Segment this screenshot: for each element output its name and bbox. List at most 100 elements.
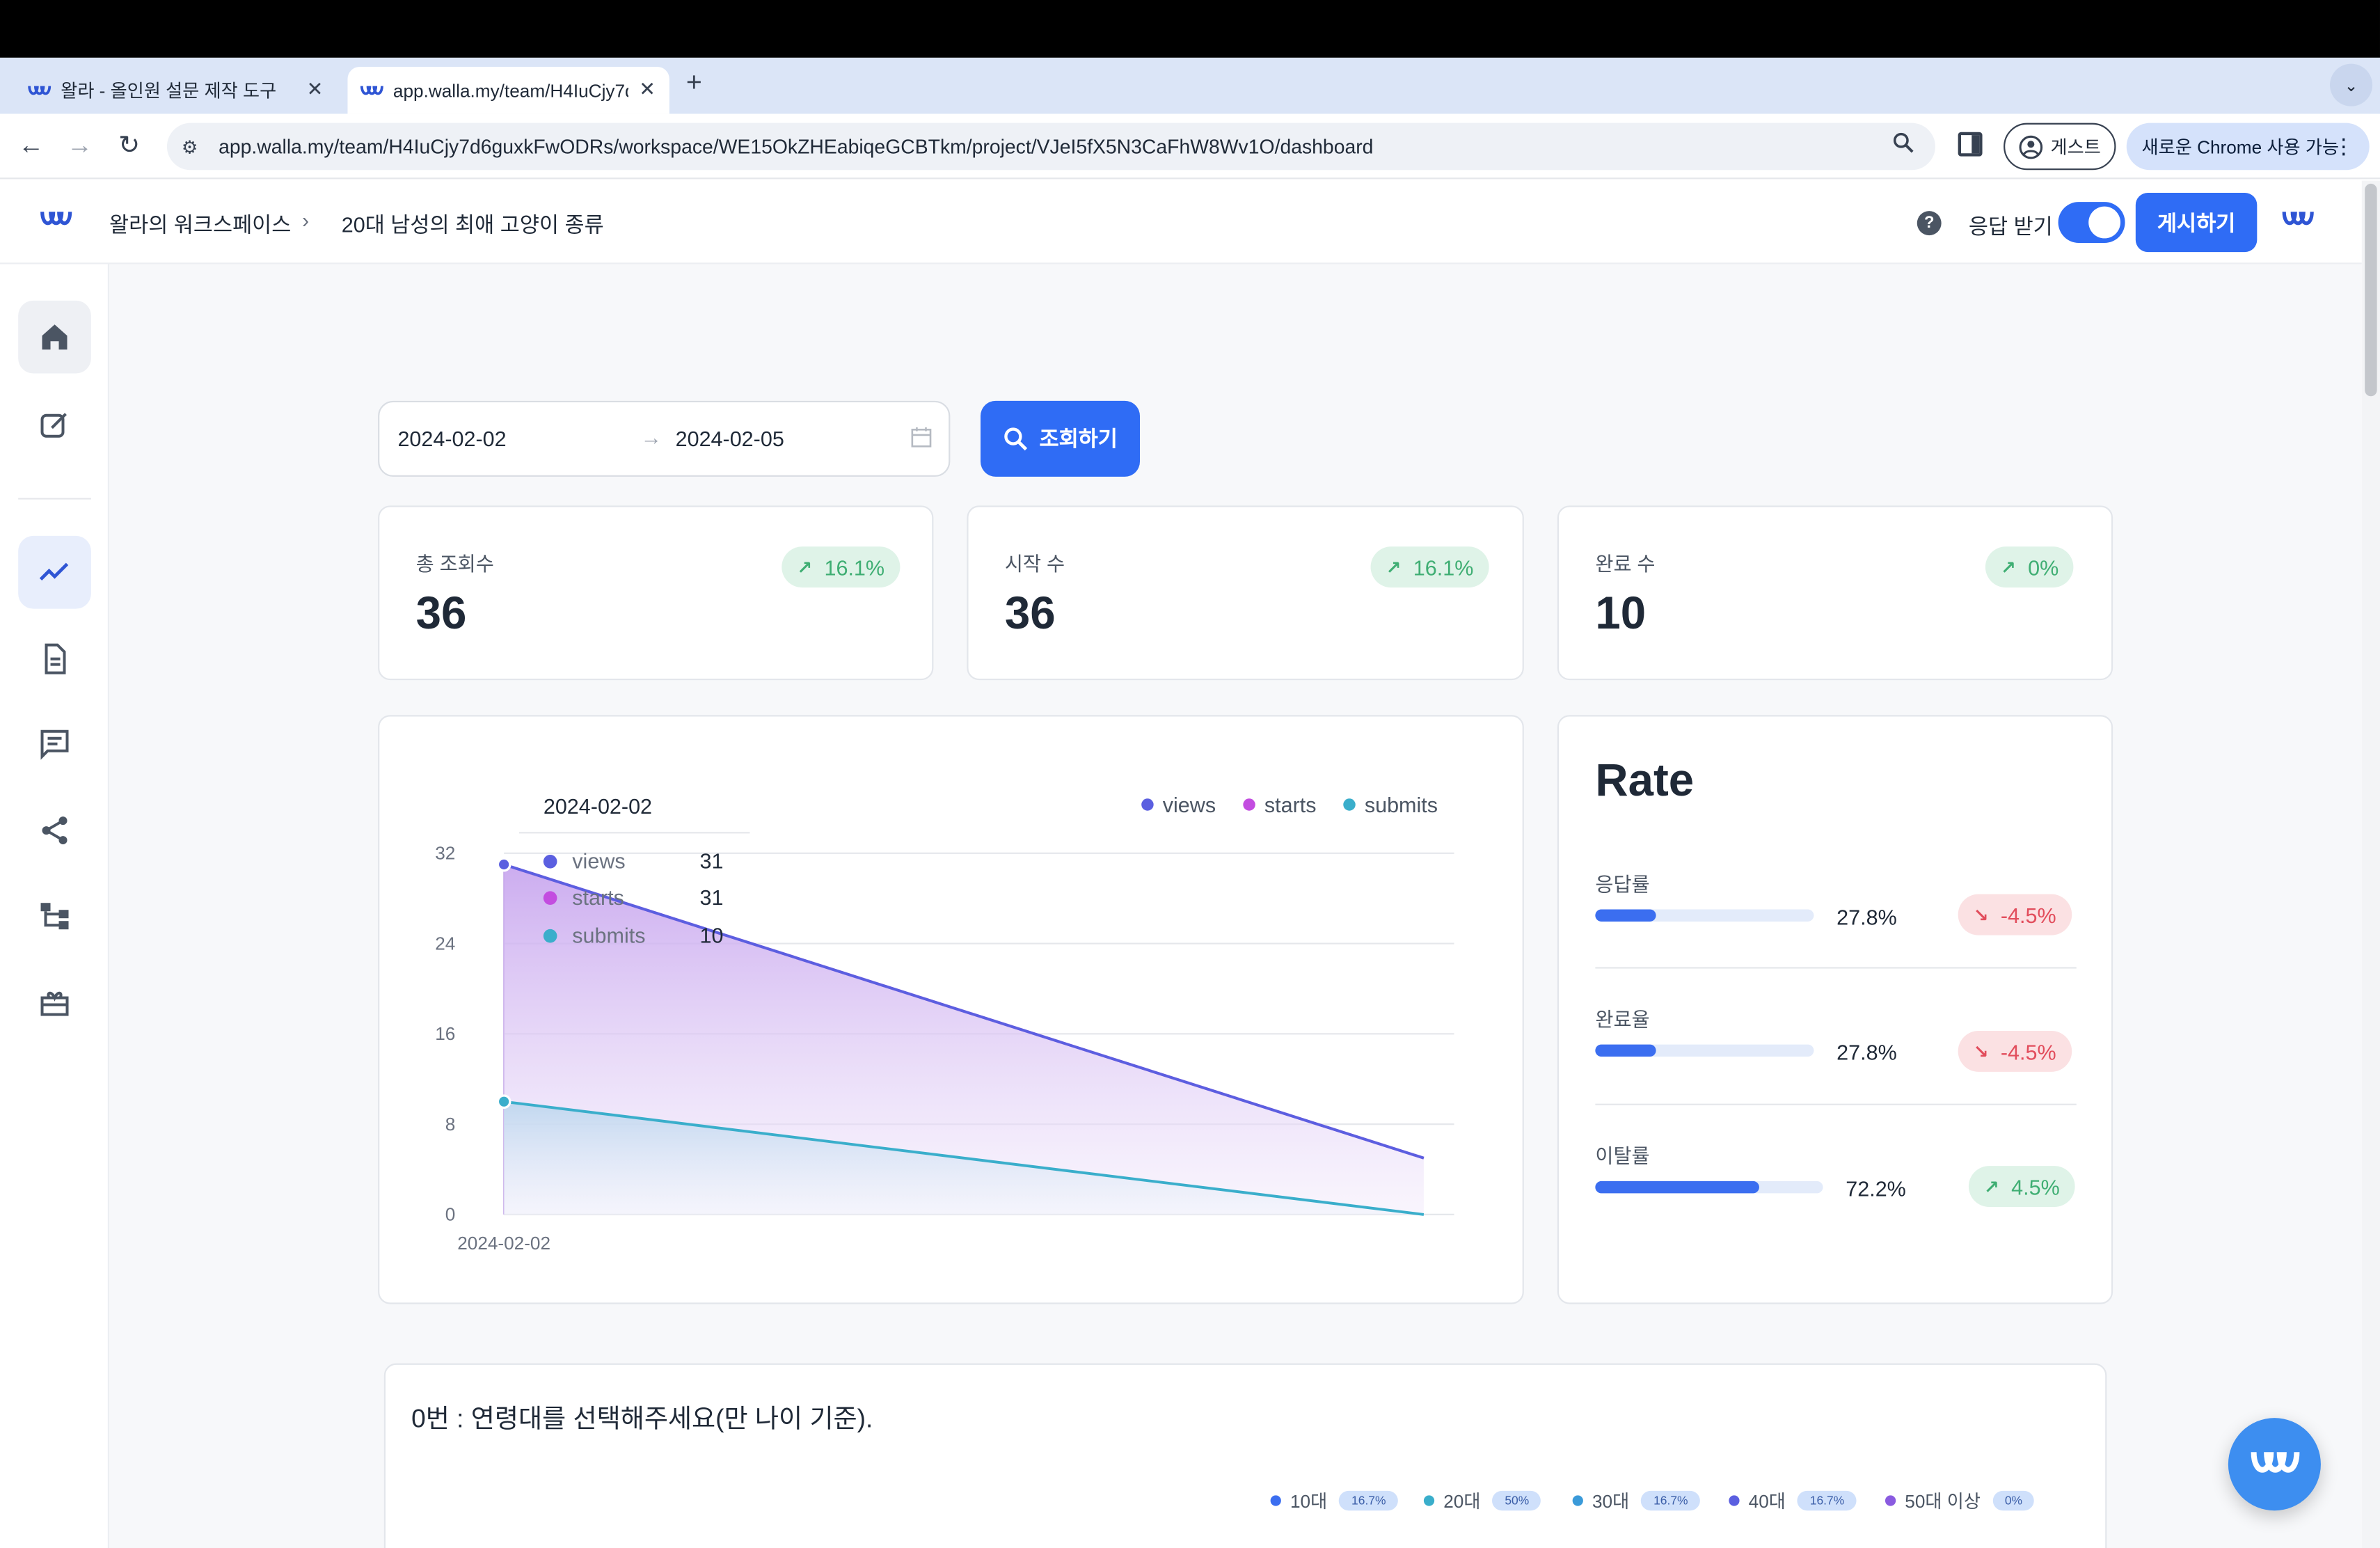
date-range-picker[interactable]: 2024-02-02 → 2024-02-05 xyxy=(378,400,951,477)
search-icon xyxy=(1003,427,1027,451)
chrome-update-button[interactable]: 새로운 Chrome 사용 가능 ⋮ xyxy=(2126,123,2370,171)
y-tick-label: 8 xyxy=(445,1114,456,1135)
sidebar-item-comments[interactable] xyxy=(18,707,91,780)
sidebar-item-logic[interactable] xyxy=(18,879,91,952)
q-legend-item-10s[interactable]: 10대 16.7% xyxy=(1270,1487,1398,1513)
legend-dot xyxy=(1243,798,1255,811)
sidebar-item-edit[interactable] xyxy=(18,388,91,461)
close-tab-icon[interactable]: ✕ xyxy=(639,77,656,102)
response-toggle-label: 응답 받기 xyxy=(1968,214,2053,239)
rate-bar xyxy=(1595,1044,1814,1057)
stat-card-starts: 시작 수 36 ↗ 16.1% xyxy=(967,505,1524,681)
flow-icon xyxy=(40,903,69,930)
tab-title: 왈라 - 올인원 설문 제작 도구 xyxy=(61,80,277,102)
range-arrow-icon: → xyxy=(640,425,662,450)
back-arrow-icon[interactable]: ← xyxy=(18,131,44,161)
new-tab-icon[interactable]: + xyxy=(686,67,702,99)
search-button-label: 조회하기 xyxy=(1039,426,1118,451)
question-card: 0번 : 연령대를 선택해주세요(만 나이 기준). 10대 16.7% 20대 5… xyxy=(383,1363,2107,1548)
walla-logo-icon xyxy=(2250,1451,2299,1472)
walla-logo-icon[interactable] xyxy=(2281,207,2315,240)
tooltip-value: 31 xyxy=(699,848,724,874)
guest-label: 게스트 xyxy=(2050,136,2101,158)
sidebar-item-share[interactable] xyxy=(18,794,91,867)
question-title: 0번 : 연령대를 선택해주세요(만 나이 기준). xyxy=(411,1404,873,1433)
trending-icon xyxy=(39,562,69,580)
close-tab-icon[interactable]: ✕ xyxy=(307,77,324,102)
share-icon xyxy=(42,816,68,845)
calendar-icon[interactable] xyxy=(911,427,933,455)
q-legend-item-30s[interactable]: 30대 16.7% xyxy=(1572,1487,1701,1513)
walla-logo-icon xyxy=(360,78,384,102)
y-tick-label: 16 xyxy=(435,1023,455,1044)
sidebar-item-home[interactable] xyxy=(18,300,91,374)
search-button[interactable]: 조회하기 xyxy=(981,400,1141,477)
start-date-field[interactable]: 2024-02-02 xyxy=(397,427,506,451)
legend-pct-pill: 0% xyxy=(1992,1490,2035,1511)
legend-item-submits[interactable]: submits xyxy=(1343,793,1438,816)
stat-value: 10 xyxy=(1595,589,1647,640)
tooltip-name: views xyxy=(572,848,626,874)
tooltip-name: submits xyxy=(572,923,646,948)
scrollbar-thumb[interactable] xyxy=(2365,183,2377,397)
legend-pct-pill: 16.7% xyxy=(1798,1490,1857,1511)
end-date-field[interactable]: 2024-02-05 xyxy=(676,427,784,451)
side-panel-icon[interactable] xyxy=(1958,132,1983,157)
legend-label: 40대 xyxy=(1748,1490,1786,1513)
browser-tab-dashboard[interactable]: app.walla.my/team/H4IuCjy7d ✕ xyxy=(347,66,669,114)
chrome-update-label: 새로운 Chrome 사용 가능 xyxy=(2141,136,2340,158)
walla-logo-icon xyxy=(27,78,51,102)
rate-change-badge: ↗ 4.5% xyxy=(1968,1166,2075,1207)
chat-help-button[interactable] xyxy=(2228,1418,2321,1511)
rate-card: Rate 응답률 27.8% ↘ -4.5% 완료율 27.8% ↘ -4.5% 이… xyxy=(1557,715,2113,1304)
tooltip-date: 2024-02-02 xyxy=(543,793,653,819)
guest-profile-button[interactable]: 게스트 xyxy=(2004,123,2116,171)
site-info-icon[interactable]: ⚙ xyxy=(167,136,212,157)
more-vert-icon[interactable]: ⋮ xyxy=(2333,134,2354,159)
tooltip-name: starts xyxy=(572,885,624,910)
legend-item-starts[interactable]: starts xyxy=(1243,793,1317,816)
q-legend-item-20s[interactable]: 20대 50% xyxy=(1423,1487,1541,1513)
page-scrollbar[interactable] xyxy=(2361,180,2380,1548)
rate-title: Rate xyxy=(1595,756,1695,807)
profile-icon xyxy=(2019,134,2042,159)
chevron-right-icon: › xyxy=(302,207,310,232)
q-legend-item-50s-plus[interactable]: 50대 이상 0% xyxy=(1885,1487,2035,1513)
tooltip-dot xyxy=(543,928,557,942)
rate-bar-fill xyxy=(1595,909,1656,922)
browser-tab-walla-home[interactable]: 왈라 - 올인원 설문 제작 도구 ✕ xyxy=(18,67,340,114)
stat-card-submits: 완료 수 10 ↗ 0% xyxy=(1557,505,2113,681)
legend-label: 50대 이상 xyxy=(1905,1490,1981,1513)
trend-chart-card: 0 8 16 24 32 2024-02-02 views starts submits … xyxy=(378,715,1524,1304)
y-tick-label: 32 xyxy=(435,843,455,864)
rate-value: 27.8% xyxy=(1836,904,1897,929)
url-text: app.walla.my/team/H4IuCjy7d6guxkFwODRs/w… xyxy=(219,135,1374,158)
breadcrumb-workspace[interactable]: 왈라의 워크스페이스 xyxy=(109,210,291,240)
url-field[interactable]: ⚙ app.walla.my/team/H4IuCjy7d6guxkFwODRs… xyxy=(166,123,1935,171)
legend-item-views[interactable]: views xyxy=(1141,793,1216,816)
response-toggle[interactable] xyxy=(2058,202,2125,243)
help-icon[interactable]: ? xyxy=(1917,211,1942,236)
x-tick-label: 2024-02-02 xyxy=(457,1233,550,1254)
tooltip-row-submits: submits 10 xyxy=(543,923,723,948)
sidebar-item-dashboard[interactable] xyxy=(18,535,91,609)
breadcrumb-project[interactable]: 20대 남성의 최애 고양이 종류 xyxy=(342,210,604,240)
sidebar-item-rewards[interactable] xyxy=(18,965,91,1038)
tooltip-row-views: views 31 xyxy=(543,848,724,874)
q-legend-item-40s[interactable]: 40대 16.7% xyxy=(1729,1487,1857,1513)
walla-logo-icon[interactable] xyxy=(40,207,73,240)
publish-button[interactable]: 게시하기 xyxy=(2135,193,2258,253)
rate-bar-fill xyxy=(1595,1044,1656,1057)
sidebar-item-responses[interactable] xyxy=(18,622,91,695)
change-value: 4.5% xyxy=(2011,1174,2060,1199)
y-tick-label: 0 xyxy=(445,1204,456,1225)
stat-value: 36 xyxy=(415,589,467,640)
change-value: -4.5% xyxy=(2000,902,2056,927)
zoom-icon[interactable] xyxy=(1893,132,1914,158)
tab-search-chevron-icon[interactable]: ⌄ xyxy=(2330,63,2373,106)
comment-icon xyxy=(40,729,69,760)
reload-icon[interactable]: ↻ xyxy=(118,131,140,161)
forward-arrow-icon[interactable]: → xyxy=(67,131,93,161)
arrow-up-right-icon: ↗ xyxy=(2000,556,2016,578)
rate-label: 이탈률 xyxy=(1595,1144,1650,1168)
